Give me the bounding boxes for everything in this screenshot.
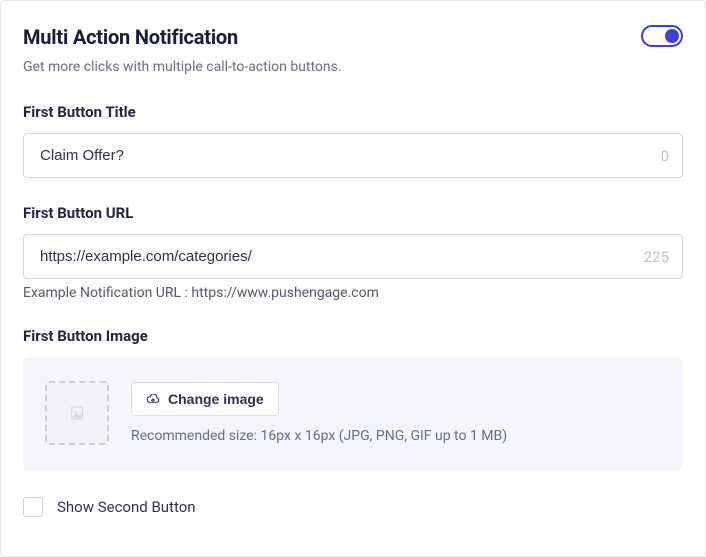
panel-title: Multi Action Notification: [23, 25, 238, 49]
first-button-url-input[interactable]: [23, 234, 683, 279]
first-button-image-group: First Button Image Change image Recomme: [23, 327, 683, 471]
first-button-url-helper: Example Notification URL : https://www.p…: [23, 285, 683, 301]
panel-subtitle: Get more clicks with multiple call-to-ac…: [23, 59, 683, 75]
image-size-hint: Recommended size: 16px x 16px (JPG, PNG,…: [131, 428, 661, 444]
file-image-icon: [69, 405, 85, 421]
enable-multi-action-toggle[interactable]: [641, 25, 683, 47]
first-button-image-box: Change image Recommended size: 16px x 16…: [23, 357, 683, 471]
first-button-title-label: First Button Title: [23, 103, 683, 121]
header-row: Multi Action Notification: [23, 25, 683, 49]
image-drop-target[interactable]: [45, 381, 109, 445]
toggle-knob: [665, 29, 679, 43]
first-button-url-count: 225: [644, 248, 669, 266]
cloud-upload-icon: [146, 394, 160, 405]
image-meta: Change image Recommended size: 16px x 16…: [131, 382, 661, 444]
change-image-button[interactable]: Change image: [131, 382, 279, 416]
first-button-title-input[interactable]: [23, 133, 683, 178]
first-button-image-label: First Button Image: [23, 327, 683, 345]
first-button-title-count: 0: [661, 147, 669, 165]
multi-action-notification-panel: Multi Action Notification Get more click…: [0, 0, 706, 557]
show-second-button-label: Show Second Button: [57, 498, 196, 516]
first-button-title-group: First Button Title 0: [23, 103, 683, 178]
first-button-url-group: First Button URL 225 Example Notificatio…: [23, 204, 683, 301]
first-button-title-input-wrap: 0: [23, 133, 683, 178]
first-button-url-label: First Button URL: [23, 204, 683, 222]
show-second-button-row: Show Second Button: [23, 497, 683, 517]
show-second-button-checkbox[interactable]: [23, 497, 43, 517]
change-image-label: Change image: [168, 391, 264, 407]
first-button-url-input-wrap: 225: [23, 234, 683, 279]
